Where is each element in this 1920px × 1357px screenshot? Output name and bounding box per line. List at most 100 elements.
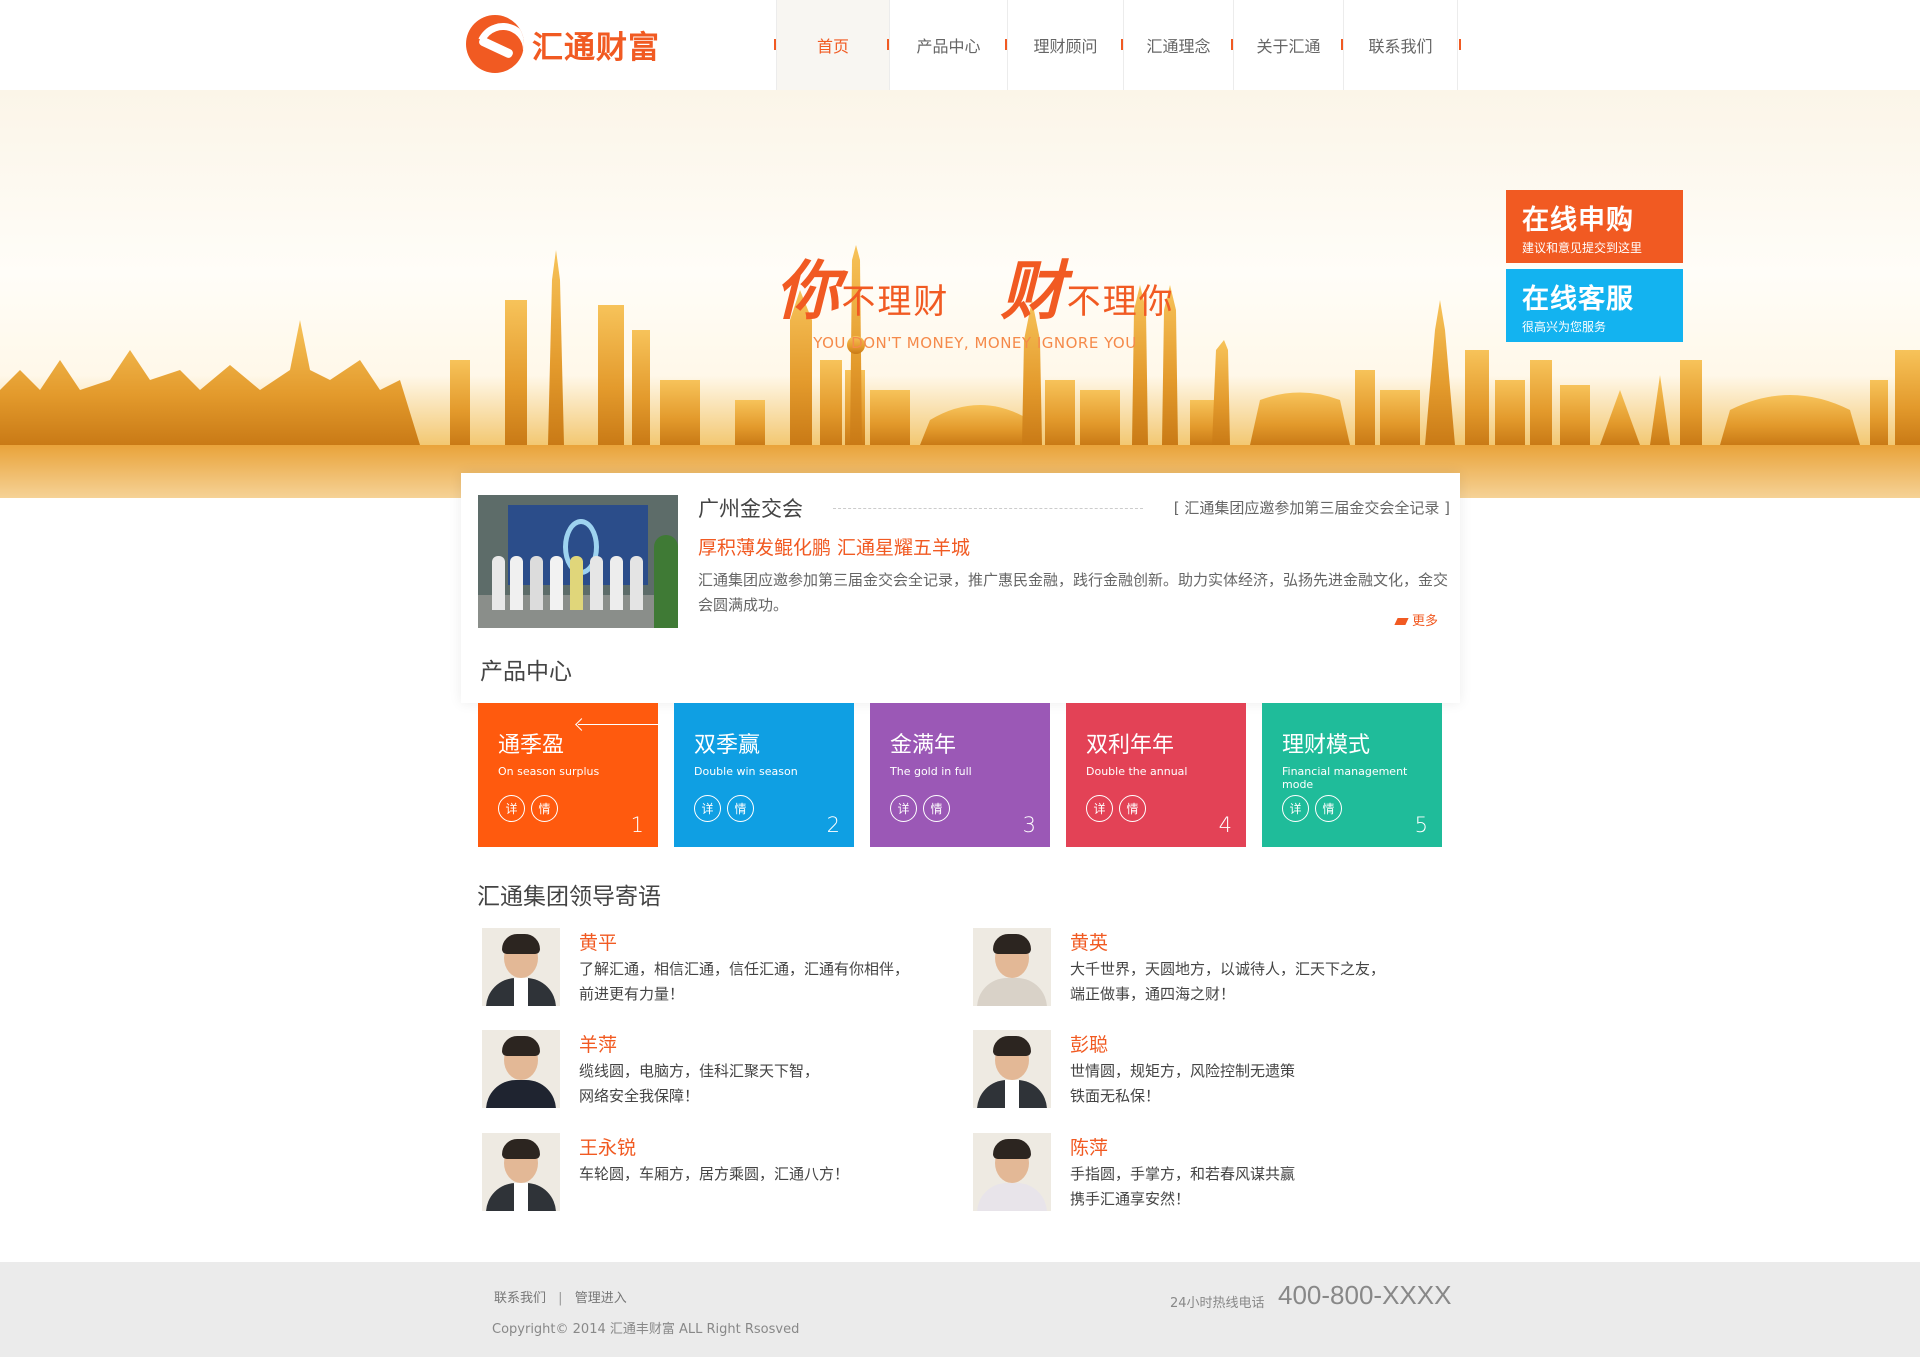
product-en-name: Double the annual bbox=[1086, 765, 1188, 778]
avatar-hair bbox=[502, 1139, 540, 1159]
news-headline[interactable]: 厚积薄发鲲化鹏 汇通星耀五羊城 bbox=[698, 533, 970, 560]
online-service-button[interactable]: 在线客服 很高兴为您服务 bbox=[1506, 269, 1683, 342]
leader-name: 彭聪 bbox=[1070, 1034, 1109, 1056]
slogan-text: 不理你 bbox=[1066, 282, 1175, 322]
news-photo[interactable] bbox=[478, 495, 678, 628]
footer-admin-link[interactable]: 管理进入 bbox=[575, 1291, 627, 1306]
photo-person bbox=[630, 556, 643, 610]
avatar-body bbox=[977, 978, 1047, 1006]
nav-about[interactable]: 关于汇通 bbox=[1231, 0, 1344, 90]
product-en-name: Financial management mode bbox=[1282, 765, 1408, 791]
photo-tree bbox=[654, 535, 678, 628]
nav-divider-tick bbox=[1341, 39, 1343, 50]
site-header: 汇通财富 首页 产品中心 理财顾问 汇通理念 关于汇通 联系我们 bbox=[0, 0, 1920, 90]
photo-person bbox=[610, 556, 623, 610]
product-card[interactable]: 金满年 The gold in full 详 情 3 bbox=[870, 703, 1050, 847]
leader-quote-line: 前进更有力量！ bbox=[579, 985, 685, 1003]
news-body: 汇通集团应邀参加第三届金交会全记录，推广惠民金融，践行金融创新。助力实体经济，弘… bbox=[698, 571, 1449, 614]
news-more-link[interactable]: 更多 bbox=[1394, 610, 1438, 629]
nav-divider-tick bbox=[1005, 39, 1007, 50]
product-number: 5 bbox=[1414, 813, 1428, 837]
leader-quote: 车轮圆，车厢方，居方乘圆，汇通八方！ bbox=[579, 1162, 919, 1187]
product-detail-button[interactable]: 详 情 bbox=[1282, 795, 1342, 822]
online-apply-button[interactable]: 在线申购 建议和意见提交到这里 bbox=[1506, 190, 1683, 263]
news-title[interactable]: 广州金交会 bbox=[698, 493, 803, 523]
footer-copyright: Copyright© 2014 汇通丰财富 ALL Right Rsosved bbox=[492, 1322, 800, 1337]
nav-label: 关于汇通 bbox=[1256, 37, 1321, 56]
detail-char: 详 bbox=[1282, 795, 1309, 822]
nav-label: 联系我们 bbox=[1368, 37, 1433, 56]
brand-logo[interactable]: 汇通财富 bbox=[466, 14, 660, 74]
footer-separator: | bbox=[558, 1291, 563, 1306]
leader-quote-line: 了解汇通，相信汇通，信任汇通，汇通有你相伴， bbox=[579, 960, 910, 978]
leader-quote-line: 携手汇通享安然！ bbox=[1070, 1190, 1191, 1208]
leader-quote: 了解汇通，相信汇通，信任汇通，汇通有你相伴， 前进更有力量！ bbox=[579, 957, 919, 1007]
leader-name: 羊萍 bbox=[579, 1034, 618, 1056]
leader-quote: 大千世界，天圆地方，以诚待人，汇天下之友， 端正做事，通四海之财！ bbox=[1070, 957, 1410, 1007]
detail-char: 详 bbox=[890, 795, 917, 822]
avatar-shirt bbox=[514, 978, 528, 1006]
avatar bbox=[482, 1030, 560, 1108]
leader-quote-line: 车轮圆，车厢方，居方乘圆，汇通八方！ bbox=[579, 1165, 850, 1183]
product-name: 金满年 bbox=[890, 733, 957, 758]
product-name: 双季赢 bbox=[694, 733, 761, 758]
leader-quote-line: 网络安全我保障！ bbox=[579, 1087, 700, 1105]
product-card[interactable]: 通季盈 On season surplus 详 情 1 bbox=[478, 703, 658, 847]
nav-divider-tick bbox=[1459, 39, 1461, 50]
product-card[interactable]: 双季赢 Double win season 详 情 2 bbox=[674, 703, 854, 847]
detail-char: 情 bbox=[727, 795, 754, 822]
slogan-text: 不理财 bbox=[841, 282, 950, 322]
leader-name: 王永锐 bbox=[579, 1137, 637, 1159]
main-nav: 首页 产品中心 理财顾问 汇通理念 关于汇通 联系我们 bbox=[774, 0, 1458, 90]
product-name: 理财模式 bbox=[1282, 733, 1371, 758]
brand-name: 汇通财富 bbox=[532, 29, 660, 66]
slogan-big-char: 你 bbox=[775, 254, 842, 329]
avatar bbox=[482, 1133, 560, 1211]
avatar-hair bbox=[993, 934, 1031, 954]
nav-label: 理财顾问 bbox=[1033, 37, 1098, 56]
product-number: 4 bbox=[1218, 813, 1232, 837]
photo-person bbox=[550, 556, 563, 610]
detail-char: 详 bbox=[498, 795, 525, 822]
product-number: 2 bbox=[826, 813, 840, 837]
avatar bbox=[973, 928, 1051, 1006]
nav-contact[interactable]: 联系我们 bbox=[1341, 0, 1458, 90]
product-detail-button[interactable]: 详 情 bbox=[890, 795, 950, 822]
nav-home[interactable]: 首页 bbox=[774, 0, 890, 90]
leader-item: 羊萍 缆线圆，电脑方，佳科汇聚天下智， 网络安全我保障！ bbox=[482, 1030, 912, 1110]
online-service-title: 在线客服 bbox=[1522, 284, 1634, 315]
news-divider bbox=[833, 508, 1143, 509]
detail-char: 情 bbox=[1119, 795, 1146, 822]
more-arrow-icon bbox=[1394, 618, 1409, 625]
detail-char: 详 bbox=[694, 795, 721, 822]
product-detail-button[interactable]: 详 情 bbox=[498, 795, 558, 822]
footer-contact-link[interactable]: 联系我们 bbox=[494, 1291, 546, 1306]
avatar-shirt bbox=[1005, 1080, 1019, 1108]
leader-item: 黄平 了解汇通，相信汇通，信任汇通，汇通有你相伴， 前进更有力量！ bbox=[482, 928, 912, 1008]
avatar-hair bbox=[502, 934, 540, 954]
nav-products[interactable]: 产品中心 bbox=[887, 0, 1008, 90]
product-detail-button[interactable]: 详 情 bbox=[1086, 795, 1146, 822]
product-name: 双利年年 bbox=[1086, 733, 1175, 758]
leader-quote-line: 缆线圆，电脑方，佳科汇聚天下智， bbox=[579, 1062, 820, 1080]
site-footer: 联系我们 | 管理进入 Copyright© 2014 汇通丰财富 ALL Ri… bbox=[0, 1262, 1920, 1357]
leader-quote: 手指圆，手掌方，和若春风谋共赢 携手汇通享安然！ bbox=[1070, 1162, 1410, 1212]
avatar-shirt bbox=[514, 1183, 528, 1211]
nav-label: 首页 bbox=[816, 37, 849, 56]
detail-char: 情 bbox=[531, 795, 558, 822]
leader-quote-line: 世情圆，规矩方，风险控制无遗策 bbox=[1070, 1062, 1296, 1080]
nav-advisors[interactable]: 理财顾问 bbox=[1005, 0, 1124, 90]
leader-quote-line: 铁面无私保！ bbox=[1070, 1087, 1161, 1105]
leader-name: 黄英 bbox=[1070, 932, 1109, 954]
nav-philosophy[interactable]: 汇通理念 bbox=[1121, 0, 1234, 90]
product-en-name: Double win season bbox=[694, 765, 798, 778]
news-tag[interactable]: [ 汇通集团应邀参加第三届金交会全记录 ] bbox=[1174, 497, 1450, 518]
product-card[interactable]: 理财模式 Financial management mode 详 情 5 bbox=[1262, 703, 1442, 847]
product-card[interactable]: 双利年年 Double the annual 详 情 4 bbox=[1066, 703, 1246, 847]
avatar bbox=[973, 1030, 1051, 1108]
online-apply-subtitle: 建议和意见提交到这里 bbox=[1522, 241, 1643, 255]
product-detail-button[interactable]: 详 情 bbox=[694, 795, 754, 822]
leader-quote-line: 手指圆，手掌方，和若春风谋共赢 bbox=[1070, 1165, 1296, 1183]
leaders-section-title: 汇通集团领导寄语 bbox=[477, 884, 661, 910]
leader-name: 陈萍 bbox=[1070, 1137, 1109, 1159]
